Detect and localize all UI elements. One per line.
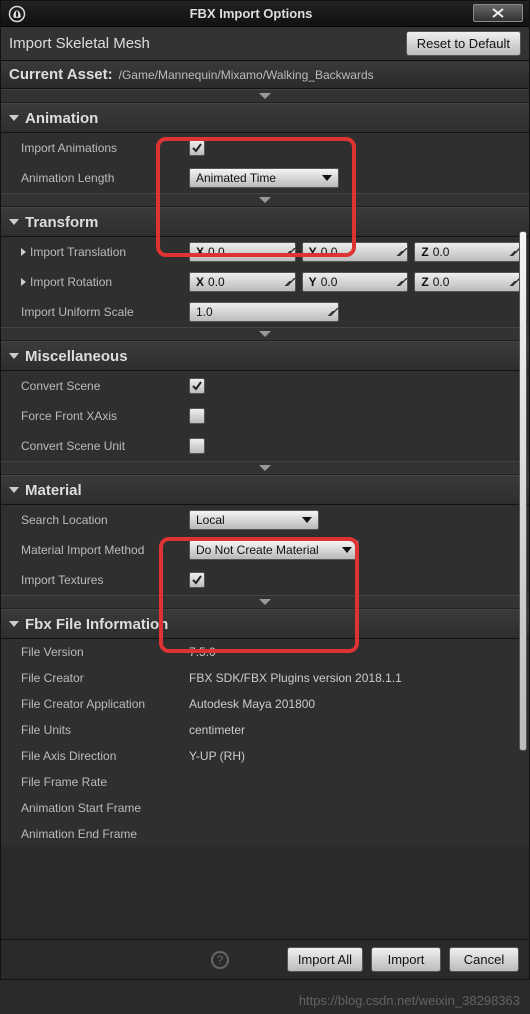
drag-grip-icon (509, 278, 517, 286)
section-title: Transform (25, 214, 98, 231)
expand-icon (9, 219, 19, 225)
chevron-down-icon (259, 93, 271, 99)
help-icon[interactable]: ? (211, 951, 229, 969)
collapse-bar-animation[interactable] (1, 193, 529, 207)
file-units-value: centimeter (189, 723, 245, 737)
translation-y-input[interactable]: Y0.0 (302, 242, 409, 262)
drag-grip-icon (327, 308, 335, 316)
file-creator-app-label: File Creator Application (9, 697, 189, 711)
section-header-fbx-info[interactable]: Fbx File Information (1, 609, 529, 639)
material-import-method-dropdown[interactable]: Do Not Create Material (189, 540, 359, 560)
file-version-value: 7.5.0 (189, 645, 216, 659)
force-front-xaxis-label: Force Front XAxis (9, 409, 189, 423)
expand-icon (9, 353, 19, 359)
section-header-transform[interactable]: Transform (1, 207, 529, 237)
import-uniform-scale-label: Import Uniform Scale (9, 305, 189, 319)
expand-icon (9, 115, 19, 121)
animation-length-dropdown[interactable]: Animated Time (189, 168, 339, 188)
import-animations-checkbox[interactable] (189, 140, 205, 156)
current-asset-label: Current Asset: (9, 66, 113, 83)
translation-x-input[interactable]: X0.0 (189, 242, 296, 262)
chevron-down-icon (302, 517, 312, 523)
file-version-label: File Version (9, 645, 189, 659)
animation-end-frame-label: Animation End Frame (9, 827, 189, 841)
search-location-label: Search Location (9, 513, 189, 527)
file-frame-rate-label: File Frame Rate (9, 775, 189, 789)
watermark-text: https://blog.csdn.net/weixin_38298363 (299, 993, 520, 1008)
titlebar: FBX Import Options (1, 1, 529, 27)
convert-scene-label: Convert Scene (9, 379, 189, 393)
drag-grip-icon (396, 248, 404, 256)
animation-length-value: Animated Time (196, 171, 276, 185)
file-creator-value: FBX SDK/FBX Plugins version 2018.1.1 (189, 671, 402, 685)
section-header-animation[interactable]: Animation (1, 103, 529, 133)
drag-grip-icon (509, 248, 517, 256)
chevron-down-icon (322, 175, 332, 181)
import-mode-label: Import Skeletal Mesh (9, 35, 150, 52)
import-rotation-label: Import Rotation (9, 275, 189, 289)
rotation-z-input[interactable]: Z0.0 (414, 272, 521, 292)
file-creator-app-value: Autodesk Maya 201800 (189, 697, 315, 711)
current-asset-path: /Game/Mannequin/Mixamo/Walking_Backwards (119, 68, 374, 82)
drag-grip-icon (284, 278, 292, 286)
chevron-down-icon (259, 599, 271, 605)
file-axis-direction-value: Y-UP (RH) (189, 749, 245, 763)
chevron-down-icon (259, 465, 271, 471)
drag-grip-icon (396, 278, 404, 286)
translation-z-input[interactable]: Z0.0 (414, 242, 521, 262)
file-axis-direction-label: File Axis Direction (9, 749, 189, 763)
unreal-logo-icon (5, 2, 29, 26)
subtitle-row: Import Skeletal Mesh Reset to Default (1, 27, 529, 61)
import-button[interactable]: Import (371, 947, 441, 972)
expand-icon (9, 621, 19, 627)
section-title: Miscellaneous (25, 348, 128, 365)
convert-scene-unit-label: Convert Scene Unit (9, 439, 189, 453)
expand-right-icon[interactable] (21, 248, 26, 256)
close-icon (491, 8, 505, 18)
import-translation-label: Import Translation (9, 245, 189, 259)
section-title: Material (25, 482, 82, 499)
collapse-bar-misc[interactable] (1, 461, 529, 475)
import-textures-checkbox[interactable] (189, 572, 205, 588)
convert-scene-unit-checkbox[interactable] (189, 438, 205, 454)
bottom-bar: ? Import All Import Cancel (1, 939, 529, 979)
uniform-scale-input[interactable]: 1.0 (189, 302, 339, 322)
close-button[interactable] (473, 4, 523, 22)
search-location-value: Local (196, 513, 225, 527)
chevron-down-icon (259, 197, 271, 203)
import-all-button[interactable]: Import All (287, 947, 363, 972)
section-header-material[interactable]: Material (1, 475, 529, 505)
section-header-miscellaneous[interactable]: Miscellaneous (1, 341, 529, 371)
search-location-dropdown[interactable]: Local (189, 510, 319, 530)
animation-start-frame-label: Animation Start Frame (9, 801, 189, 815)
file-units-label: File Units (9, 723, 189, 737)
chevron-down-icon (259, 331, 271, 337)
rotation-x-input[interactable]: X0.0 (189, 272, 296, 292)
force-front-xaxis-checkbox[interactable] (189, 408, 205, 424)
scrollbar[interactable] (519, 231, 527, 751)
rotation-y-input[interactable]: Y0.0 (302, 272, 409, 292)
reset-to-default-button[interactable]: Reset to Default (406, 31, 521, 56)
collapse-bar-top[interactable] (1, 89, 529, 103)
animation-length-label: Animation Length (9, 171, 189, 185)
material-import-method-value: Do Not Create Material (196, 543, 319, 557)
section-title: Fbx File Information (25, 616, 168, 633)
section-title: Animation (25, 110, 98, 127)
collapse-bar-material[interactable] (1, 595, 529, 609)
chevron-down-icon (342, 547, 352, 553)
cancel-button[interactable]: Cancel (449, 947, 519, 972)
convert-scene-checkbox[interactable] (189, 378, 205, 394)
file-creator-label: File Creator (9, 671, 189, 685)
expand-icon (9, 487, 19, 493)
expand-right-icon[interactable] (21, 278, 26, 286)
import-animations-label: Import Animations (9, 141, 189, 155)
collapse-bar-transform[interactable] (1, 327, 529, 341)
drag-grip-icon (284, 248, 292, 256)
import-textures-label: Import Textures (9, 573, 189, 587)
material-import-method-label: Material Import Method (9, 543, 189, 557)
window-title: FBX Import Options (29, 6, 473, 21)
current-asset-row: Current Asset: /Game/Mannequin/Mixamo/Wa… (1, 61, 529, 89)
